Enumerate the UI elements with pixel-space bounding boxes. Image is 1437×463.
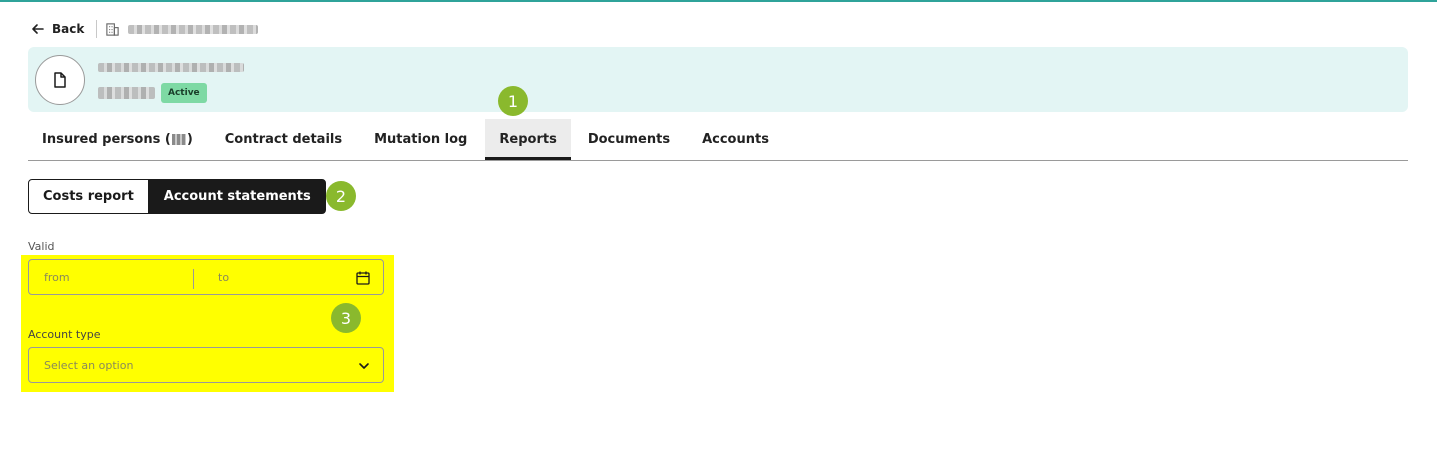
- step-marker-1: 1: [498, 86, 528, 116]
- tab-mutation-log-label: Mutation log: [374, 132, 468, 147]
- contract-header: Active: [28, 47, 1408, 112]
- tab-reports-label: Reports: [499, 132, 557, 147]
- tab-insured-persons[interactable]: Insured persons ( ): [28, 119, 207, 160]
- back-button[interactable]: Back: [30, 21, 84, 37]
- building-icon: [105, 22, 120, 37]
- date-from-input[interactable]: from: [44, 271, 70, 284]
- account-type-placeholder: Select an option: [44, 359, 134, 372]
- redacted-count: [171, 134, 186, 145]
- contract-id-row: Active: [98, 83, 207, 103]
- account-statements-button[interactable]: Account statements: [148, 179, 326, 214]
- tab-insured-persons-label: Insured persons (: [42, 132, 171, 147]
- date-range-field[interactable]: from to: [28, 259, 384, 295]
- top-accent-line: [0, 0, 1437, 2]
- date-range-divider: [193, 269, 194, 289]
- valid-label: Valid: [28, 240, 55, 253]
- back-label: Back: [52, 22, 85, 36]
- tab-documents-label: Documents: [587, 132, 671, 147]
- date-to-input[interactable]: to: [218, 271, 229, 284]
- redacted-company-name: [128, 24, 259, 34]
- tab-mutation-log[interactable]: Mutation log: [360, 119, 481, 160]
- tab-contract-details-label: Contract details: [224, 132, 343, 147]
- redacted-contract-id: [98, 87, 155, 99]
- chevron-down-icon: [359, 363, 369, 369]
- breadcrumb: Back: [30, 18, 259, 40]
- account-type-select[interactable]: Select an option: [28, 347, 384, 383]
- tab-documents[interactable]: Documents: [574, 119, 684, 160]
- step-marker-3: 3: [331, 303, 361, 333]
- breadcrumb-divider: [96, 20, 98, 38]
- tab-insured-persons-suffix: ): [186, 132, 193, 147]
- redacted-contract-name: [98, 57, 244, 76]
- step-marker-2: 2: [326, 181, 356, 211]
- tab-reports[interactable]: Reports: [485, 119, 571, 160]
- tab-bar: Insured persons ( ) Contract details Mut…: [28, 119, 1408, 161]
- arrow-left-icon: [32, 24, 44, 34]
- status-badge: Active: [161, 83, 207, 103]
- costs-report-button[interactable]: Costs report: [28, 179, 149, 214]
- tab-contract-details[interactable]: Contract details: [211, 119, 356, 160]
- calendar-icon[interactable]: [355, 270, 371, 286]
- document-icon: [35, 55, 85, 105]
- report-type-switch: Costs report Account statements: [28, 179, 326, 214]
- tab-accounts-label: Accounts: [702, 132, 769, 147]
- tab-accounts[interactable]: Accounts: [688, 119, 783, 160]
- account-type-label: Account type: [28, 328, 101, 341]
